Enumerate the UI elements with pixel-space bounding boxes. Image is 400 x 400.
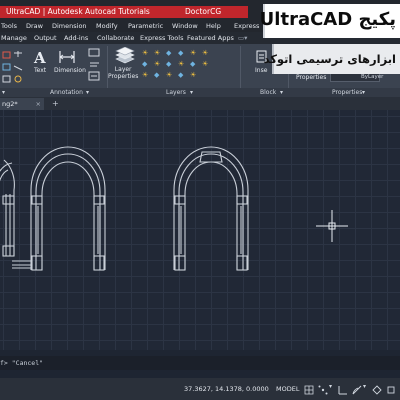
layer-delete-icon[interactable]: ☀ [178, 61, 184, 68]
isodraft-icon[interactable] [372, 385, 382, 395]
menu-parametric[interactable]: Parametric [128, 20, 163, 32]
document-tab-bar: ng2* × + [0, 97, 400, 110]
arch-2 [30, 146, 106, 271]
crosshair-cursor-icon [316, 210, 348, 242]
layer-freeze-icon[interactable]: ☀ [154, 50, 160, 57]
panel-layers-label[interactable]: Layers [166, 88, 186, 97]
new-tab-icon[interactable]: + [52, 98, 59, 110]
title-strip: UltraCAD | Autodesk Autocad Tutorials Do… [0, 6, 248, 18]
layer-on-icon[interactable]: ☀ [142, 72, 148, 79]
status-bar: 37.3627, 14.1378, 0.0000 MODEL ▾ ▾ [0, 378, 400, 400]
cursor-coordinates: 37.3627, 14.1378, 0.0000 [184, 385, 269, 393]
modify-tools-icon[interactable] [2, 50, 26, 84]
layer-properties-icon[interactable] [114, 47, 136, 65]
layer-off-icon[interactable]: ☀ [142, 50, 148, 57]
polar-tracking-icon[interactable] [352, 385, 362, 395]
object-snap-icon[interactable] [386, 385, 396, 395]
panel-annotation-label[interactable]: Annotation [50, 88, 83, 97]
tab-featured-apps[interactable]: Featured Apps [187, 32, 234, 44]
layer-walk-icon[interactable]: ☀ [202, 50, 208, 57]
promo-title-text: پکیج UltraCAD [259, 9, 396, 30]
tab-collaborate[interactable]: Collaborate [97, 32, 134, 44]
model-space-button[interactable]: MODEL [276, 384, 299, 394]
tab-output[interactable]: Output [34, 32, 57, 44]
layer-unlock-icon[interactable]: ☀ [202, 61, 208, 68]
layer-copy-icon[interactable]: ☀ [166, 72, 172, 79]
properties-dropdown-label[interactable]: Properties [296, 74, 326, 81]
menu-modify[interactable]: Modify [96, 20, 118, 32]
window-title: UltraCAD | Autodesk Autocad Tutorials [6, 7, 150, 16]
text-tool-icon[interactable]: A [33, 49, 47, 65]
menu-express[interactable]: Express [234, 20, 259, 32]
layer-thaw-icon[interactable]: ◆ [190, 61, 195, 68]
ribbon-toggle-icon[interactable]: ▭▾ [238, 32, 247, 44]
layer-iso-icon[interactable]: ☀ [190, 50, 196, 57]
command-history-text: f> "Cancel" [0, 359, 44, 367]
dimension-tool-label[interactable]: Dimension [54, 67, 86, 74]
polar-dropdown-icon[interactable]: ▾ [363, 383, 366, 390]
close-tab-icon[interactable]: × [36, 98, 41, 110]
layer-lock-icon[interactable]: ◆ [166, 50, 171, 57]
promo-banner-title: پکیج UltraCAD [259, 4, 400, 38]
modify-panel-dropdown[interactable]: ▾ [2, 88, 5, 97]
ribbon-panel-labels: ▾ Annotation ▾ Layers ▾ Block ▾ Properti… [0, 88, 400, 97]
drawing-canvas[interactable] [0, 110, 400, 350]
layer-merge-icon[interactable]: ◆ [166, 61, 171, 68]
tab-add-ins[interactable]: Add-ins [64, 32, 88, 44]
dimension-tool-icon[interactable] [58, 49, 76, 65]
ortho-mode-icon[interactable] [338, 385, 348, 395]
layer-previous-icon[interactable]: ☀ [154, 61, 160, 68]
tab-express-tools[interactable]: Express Tools [140, 32, 183, 44]
layer-change-icon[interactable]: ◆ [154, 72, 159, 79]
command-line[interactable]: f> "Cancel" [0, 356, 400, 370]
arch-base-rail [12, 260, 31, 269]
layer-properties-label[interactable]: Layer Properties [108, 66, 138, 80]
properties-expand-icon[interactable]: ▾ [362, 88, 365, 97]
text-tool-label[interactable]: Text [34, 67, 46, 74]
layer-match-icon[interactable]: ◆ [142, 61, 147, 68]
drawing-geometry [0, 146, 348, 271]
promo-subtitle-text: ابزارهای ترسیمی اتوکد [263, 52, 396, 66]
menu-draw[interactable]: Draw [26, 20, 43, 32]
insert-block-label[interactable]: Inse [255, 67, 267, 74]
arch-1 [0, 159, 15, 257]
promo-banner-subtitle: ابزارهای ترسیمی اتوکد [264, 44, 400, 74]
menu-tools[interactable]: Tools [1, 20, 17, 32]
panel-block-label[interactable]: Block [260, 88, 276, 97]
layer-vp-icon[interactable]: ☀ [190, 72, 196, 79]
drawing-tab-label: ng2* [2, 100, 18, 108]
bylayer-value: ByLayer [361, 74, 384, 80]
panel-properties-label[interactable]: Properties [332, 88, 362, 97]
arch-3 [173, 146, 249, 271]
menu-window[interactable]: Window [172, 20, 198, 32]
annotation-expand-icon[interactable]: ▾ [86, 88, 89, 97]
grid-display-icon[interactable] [304, 385, 314, 395]
block-expand-icon[interactable]: ▾ [280, 88, 283, 97]
linetype-dropdown[interactable]: ByLayer [330, 73, 384, 82]
menu-dimension[interactable]: Dimension [52, 20, 87, 32]
tab-manage[interactable]: Manage [1, 32, 27, 44]
annotation-small-icons[interactable] [88, 48, 102, 84]
drawing-tab[interactable]: ng2* × [0, 98, 44, 110]
brand-label: DoctorCG [185, 7, 222, 16]
layers-expand-icon[interactable]: ▾ [190, 88, 193, 97]
snap-dropdown-icon[interactable]: ▾ [329, 383, 332, 390]
svg-text:A: A [33, 49, 46, 65]
layer-state-icon[interactable]: ◆ [178, 72, 183, 79]
layer-color-icon[interactable]: ◆ [178, 50, 183, 57]
snap-mode-icon[interactable] [318, 385, 328, 395]
menu-help[interactable]: Help [206, 20, 221, 32]
